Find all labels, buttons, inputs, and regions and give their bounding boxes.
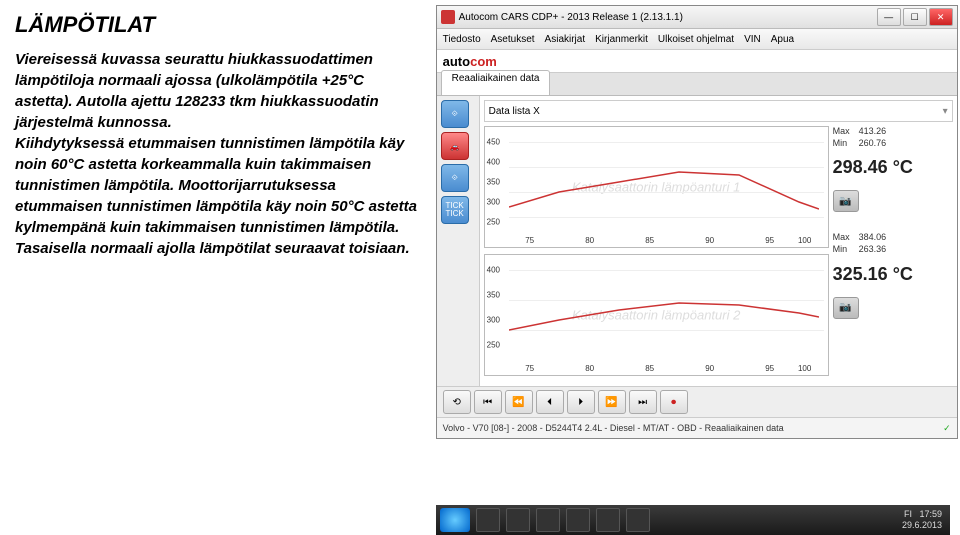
datalist-dropdown[interactable]: Data lista X ▾ bbox=[484, 100, 953, 122]
readout-panel: Max413.26 Min260.76 298.46 °C 📷 Max384.0… bbox=[833, 126, 953, 382]
window-title: Autocom CARS CDP+ - 2013 Release 1 (2.13… bbox=[459, 12, 683, 23]
taskbar-icon[interactable] bbox=[626, 508, 650, 532]
reset-button[interactable]: ⟲ bbox=[443, 390, 471, 414]
taskbar-icon[interactable] bbox=[566, 508, 590, 532]
menu-item[interactable]: Kirjanmerkit bbox=[595, 34, 648, 45]
chevron-down-icon: ▾ bbox=[943, 106, 948, 117]
snapshot-button[interactable]: 📷 bbox=[833, 190, 859, 212]
page-title: LÄMPÖTILAT bbox=[15, 10, 421, 41]
step-back-button[interactable]: ⏴ bbox=[536, 390, 564, 414]
rewind-button[interactable]: ⏪ bbox=[505, 390, 533, 414]
status-ok-icon: ✓ bbox=[943, 423, 951, 434]
sidebar-button[interactable]: TICK TICK bbox=[441, 196, 469, 224]
menu-item[interactable]: Apua bbox=[771, 34, 794, 45]
tab-realtime[interactable]: Reaaliaikainen data bbox=[441, 70, 551, 95]
start-button[interactable] bbox=[440, 508, 470, 532]
skip-back-button[interactable]: ⏮ bbox=[474, 390, 502, 414]
taskbar-icon[interactable] bbox=[506, 508, 530, 532]
titlebar: Autocom CARS CDP+ - 2013 Release 1 (2.13… bbox=[437, 6, 957, 29]
sidebar-button-active[interactable]: 🚗 bbox=[441, 132, 469, 160]
skip-forward-button[interactable]: ⏭ bbox=[629, 390, 657, 414]
app-window: Autocom CARS CDP+ - 2013 Release 1 (2.13… bbox=[436, 5, 958, 439]
sidebar-button[interactable]: ⟐ bbox=[441, 164, 469, 192]
menu-item[interactable]: Ulkoiset ohjelmat bbox=[658, 34, 734, 45]
app-icon bbox=[441, 10, 455, 24]
play-button[interactable]: ⏵ bbox=[567, 390, 595, 414]
tab-row: Reaaliaikainen data bbox=[437, 73, 957, 96]
description-text: Viereisessä kuvassa seurattu hiukkassuod… bbox=[15, 49, 421, 259]
chart-2: Katalysaattorin lämpöanturi 2 400 350 30… bbox=[484, 254, 829, 376]
status-bar: Volvo - V70 [08-] - 2008 - D5244T4 2.4L … bbox=[437, 417, 957, 438]
menubar: Tiedosto Asetukset Asiakirjat Kirjanmerk… bbox=[437, 29, 957, 50]
minmax-1: Max413.26 Min260.76 bbox=[833, 126, 953, 149]
taskbar-icon[interactable] bbox=[596, 508, 620, 532]
description-panel: LÄMPÖTILAT Viereisessä kuvassa seurattu … bbox=[0, 0, 436, 535]
current-value-1: 298.46 °C bbox=[833, 157, 953, 178]
menu-item[interactable]: VIN bbox=[744, 34, 761, 45]
transport-bar: ⟲ ⏮ ⏪ ⏴ ⏵ ⏩ ⏭ ⏺ bbox=[437, 386, 957, 417]
taskbar-icon[interactable] bbox=[476, 508, 500, 532]
minimize-button[interactable]: — bbox=[877, 8, 901, 26]
menu-item[interactable]: Asiakirjat bbox=[545, 34, 586, 45]
menu-item[interactable]: Tiedosto bbox=[443, 34, 481, 45]
menu-item[interactable]: Asetukset bbox=[491, 34, 535, 45]
current-value-2: 325.16 °C bbox=[833, 264, 953, 285]
sidebar-button[interactable]: ⟐ bbox=[441, 100, 469, 128]
maximize-button[interactable]: ☐ bbox=[903, 8, 927, 26]
close-button[interactable]: ✕ bbox=[929, 8, 953, 26]
record-button[interactable]: ⏺ bbox=[660, 390, 688, 414]
windows-taskbar: FI 17:59 29.6.2013 bbox=[436, 505, 950, 535]
fast-forward-button[interactable]: ⏩ bbox=[598, 390, 626, 414]
taskbar-icon[interactable] bbox=[536, 508, 560, 532]
minmax-2: Max384.06 Min263.36 bbox=[833, 232, 953, 255]
snapshot-button[interactable]: 📷 bbox=[833, 297, 859, 319]
sidebar: ⟐ 🚗 ⟐ TICK TICK bbox=[437, 96, 480, 386]
chart-1: Katalysaattorin lämpöanturi 1 450 400 35… bbox=[484, 126, 829, 248]
taskbar-clock[interactable]: FI 17:59 29.6.2013 bbox=[902, 509, 946, 531]
